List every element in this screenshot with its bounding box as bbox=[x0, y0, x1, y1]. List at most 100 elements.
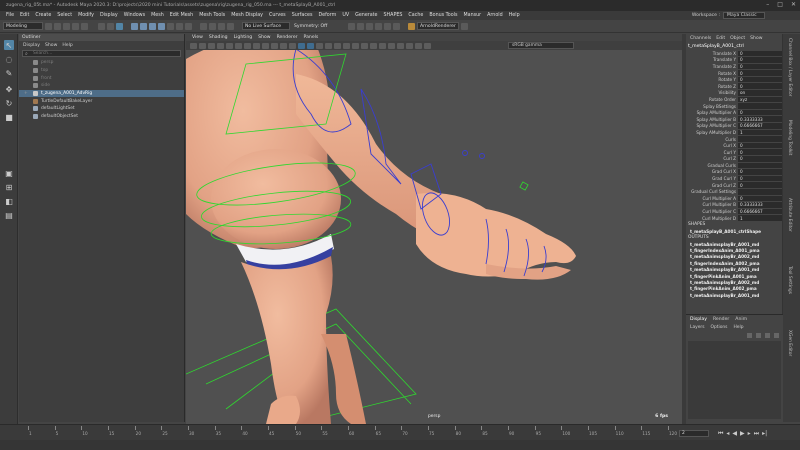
layer-tab-display[interactable]: Display bbox=[690, 317, 707, 322]
outliner-item[interactable]: persp bbox=[19, 59, 184, 67]
attribute-value[interactable] bbox=[738, 103, 782, 109]
maximize-icon[interactable]: □ bbox=[777, 1, 783, 8]
attribute-row[interactable]: Translate Y0 bbox=[686, 57, 782, 64]
outliner-item[interactable]: + t_zugena_A001_AdvRig bbox=[19, 89, 184, 98]
attribute-value[interactable]: 0.3333333 bbox=[738, 116, 782, 123]
side-tab-modeling-toolkit[interactable]: Modeling Toolkit bbox=[787, 120, 792, 155]
two-d-pan-icon[interactable] bbox=[226, 42, 233, 49]
side-tab-channel-box-layer-editor[interactable]: Channel Box / Layer Editor bbox=[787, 38, 792, 96]
channel-menu-edit[interactable]: Edit bbox=[716, 36, 725, 41]
single-perspective-layout-icon[interactable]: ▣ bbox=[4, 168, 14, 178]
scale-tool-icon[interactable]: ■ bbox=[4, 112, 14, 122]
menu-mesh-display[interactable]: Mesh Display bbox=[228, 13, 266, 18]
select-object-icon[interactable] bbox=[107, 22, 114, 30]
colorspace-dropdown[interactable]: sRGB gamma bbox=[508, 42, 574, 49]
current-frame-field[interactable]: 2 bbox=[679, 430, 709, 437]
attribute-row[interactable]: Curl X0 bbox=[686, 142, 782, 149]
attribute-value[interactable]: 0 bbox=[738, 142, 782, 149]
shadows-icon[interactable] bbox=[343, 42, 350, 49]
paint-select-icon[interactable]: ✎ bbox=[4, 68, 14, 78]
undo-icon[interactable] bbox=[72, 22, 79, 30]
camera-attributes-icon[interactable] bbox=[199, 42, 206, 49]
construction-history-icon[interactable] bbox=[348, 22, 355, 30]
save-icon[interactable] bbox=[63, 22, 70, 30]
isolate-select-icon[interactable] bbox=[379, 42, 386, 49]
attribute-value[interactable]: 0.6666667 bbox=[738, 123, 782, 129]
motion-blur-icon[interactable] bbox=[361, 42, 368, 49]
menu-curves[interactable]: Curves bbox=[266, 13, 289, 18]
attribute-value[interactable] bbox=[738, 136, 782, 142]
select-tool-icon[interactable]: ↖ bbox=[4, 40, 14, 50]
attribute-row[interactable]: Gradual Curls bbox=[686, 162, 782, 169]
minimize-icon[interactable]: – bbox=[766, 1, 769, 8]
xray-joints-icon[interactable] bbox=[397, 42, 404, 49]
layer-menu-layers[interactable]: Layers bbox=[690, 325, 705, 330]
attribute-value[interactable]: 0 bbox=[738, 109, 782, 116]
arnold-render-icon[interactable] bbox=[408, 22, 415, 30]
viewport-menu-shading[interactable]: Shading bbox=[209, 35, 228, 40]
menu-cache[interactable]: Cache bbox=[405, 13, 426, 18]
attribute-row[interactable]: Grad Curl Z0 bbox=[686, 182, 782, 189]
attribute-value[interactable]: 0 bbox=[738, 63, 782, 70]
attribute-row[interactable]: Translate X0 bbox=[686, 50, 782, 57]
menu-display[interactable]: Display bbox=[97, 13, 121, 18]
attribute-row[interactable]: Curl Multiplier D1 bbox=[686, 215, 782, 222]
menu-file[interactable]: File bbox=[3, 13, 17, 18]
menu-bonus-tools[interactable]: Bonus Tools bbox=[426, 13, 460, 18]
move-tool-icon[interactable]: ✥ bbox=[4, 84, 14, 94]
attribute-value[interactable]: on bbox=[738, 90, 782, 96]
layer-menu-help[interactable]: Help bbox=[733, 325, 743, 330]
ambient-occlusion-icon[interactable] bbox=[352, 42, 359, 49]
image-plane-icon[interactable] bbox=[217, 42, 224, 49]
menu-select[interactable]: Select bbox=[54, 13, 75, 18]
menu-help[interactable]: Help bbox=[506, 13, 523, 18]
exposure-icon[interactable] bbox=[415, 42, 422, 49]
attribute-row[interactable]: Splay AMultiplier C 0.6666667 bbox=[686, 123, 782, 130]
outliner-item[interactable]: TurtleDefaultBakeLayer bbox=[19, 97, 184, 105]
menu-edit-mesh[interactable]: Edit Mesh bbox=[167, 13, 196, 18]
grease-pencil-icon[interactable] bbox=[235, 42, 242, 49]
menu-set-dropdown[interactable]: Modeling bbox=[3, 22, 43, 30]
four-view-layout-icon[interactable]: ⊞ bbox=[4, 182, 14, 192]
ipr-render-icon[interactable] bbox=[375, 22, 382, 30]
attribute-row[interactable]: Grad Curl X0 bbox=[686, 169, 782, 176]
symmetry-dropdown[interactable]: Symmetry: Off bbox=[292, 22, 336, 30]
attribute-row[interactable]: Rotate Y0 bbox=[686, 76, 782, 83]
channel-menu-object[interactable]: Object bbox=[730, 36, 745, 41]
select-hierarchy-icon[interactable] bbox=[98, 22, 105, 30]
attribute-value[interactable]: 0 bbox=[738, 195, 782, 202]
channel-box-node[interactable]: t_metaSplayB_A001_ctrl bbox=[686, 43, 782, 50]
channel-menu-channels[interactable]: Channels bbox=[690, 36, 711, 41]
attribute-row[interactable]: Splay AMultiplier A0 bbox=[686, 109, 782, 116]
field-chart-icon[interactable] bbox=[280, 42, 287, 49]
menu-surfaces[interactable]: Surfaces bbox=[289, 13, 316, 18]
attribute-row[interactable]: Grad Curl Y0 bbox=[686, 175, 782, 182]
viewport-menu-panels[interactable]: Panels bbox=[304, 35, 319, 40]
xray-components-icon[interactable] bbox=[406, 42, 413, 49]
attribute-value[interactable]: 0 bbox=[738, 149, 782, 155]
attribute-row[interactable]: Curls bbox=[686, 136, 782, 143]
live-surface-field[interactable]: No Live Surface bbox=[242, 22, 290, 30]
menu-deform[interactable]: Deform bbox=[315, 13, 339, 18]
viewport-menu-view[interactable]: View bbox=[192, 35, 203, 40]
attribute-row[interactable]: Gradual Curl Settings bbox=[686, 188, 782, 195]
attribute-value[interactable]: 1 bbox=[738, 215, 782, 221]
redo-icon[interactable] bbox=[81, 22, 88, 30]
attribute-value[interactable]: 0.6666667 bbox=[738, 208, 782, 215]
outliner-item[interactable]: defaultLightSet bbox=[19, 105, 184, 113]
channel-menu-show[interactable]: Show bbox=[750, 36, 762, 41]
go-to-end-icon[interactable]: ⏭ bbox=[754, 430, 759, 438]
attribute-value[interactable]: 0 bbox=[738, 76, 782, 83]
outliner-menu-display[interactable]: Display bbox=[23, 43, 40, 48]
attribute-value[interactable] bbox=[738, 162, 782, 169]
menu-mesh-tools[interactable]: Mesh Tools bbox=[196, 13, 228, 18]
new-layer-icon[interactable] bbox=[765, 333, 770, 338]
menu-generate[interactable]: Generate bbox=[352, 13, 380, 18]
menu-shapes[interactable]: SHAPES bbox=[381, 13, 406, 18]
layer-menu-options[interactable]: Options bbox=[711, 325, 728, 330]
attribute-value[interactable]: 0 bbox=[738, 182, 782, 188]
rotate-tool-icon[interactable]: ↻ bbox=[4, 98, 14, 108]
renderer-dropdown[interactable]: ArnoldRenderer bbox=[417, 22, 459, 30]
play-forward-icon[interactable]: ▶ bbox=[740, 430, 745, 438]
attribute-row[interactable]: Splay AMultiplier B 0.3333333 bbox=[686, 116, 782, 123]
